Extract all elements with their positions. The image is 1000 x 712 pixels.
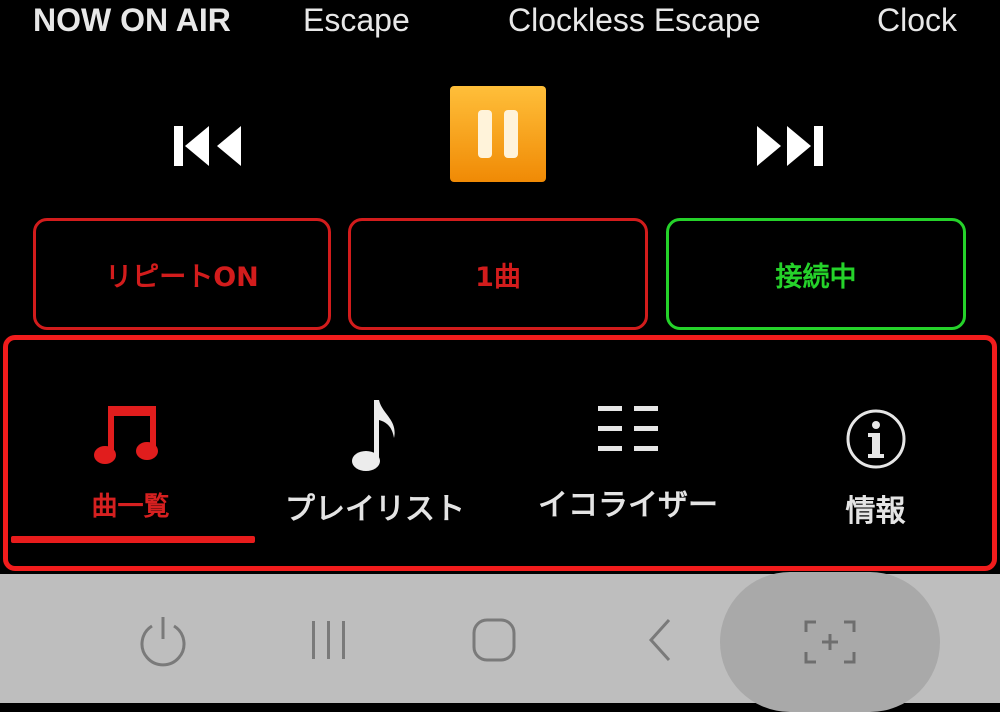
next-button[interactable] <box>748 118 832 174</box>
system-nav-bar <box>0 572 1000 712</box>
previous-button[interactable] <box>166 118 250 174</box>
tab-playlist[interactable]: プレイリスト <box>260 340 490 566</box>
music-note-icon <box>352 400 395 471</box>
tab-label: 情報 <box>845 494 906 529</box>
home-icon <box>472 618 516 662</box>
tab-label: イコライザー <box>538 488 718 523</box>
pause-button[interactable] <box>450 86 546 182</box>
power-button[interactable] <box>133 610 193 670</box>
tab-label: 曲一覧 <box>91 492 170 522</box>
skip-next-icon <box>757 126 823 166</box>
tab-selected-indicator <box>11 536 255 543</box>
now-playing-ticker: NOW ON AIR Escape Clockless Escape Clock <box>0 0 1000 50</box>
back-icon <box>648 618 671 662</box>
tab-equalizer[interactable]: イコライザー <box>508 340 748 566</box>
now-on-air-label: NOW ON AIR <box>33 2 231 38</box>
tab-label: プレイリスト <box>285 492 465 527</box>
home-button[interactable] <box>464 610 524 670</box>
recent-apps-icon <box>312 621 345 659</box>
skip-previous-icon <box>174 126 241 166</box>
ticker-item: Clockless Escape <box>508 2 761 38</box>
info-icon <box>846 409 905 469</box>
tab-song-list[interactable]: 曲一覧 <box>8 340 255 566</box>
screen-capture-button[interactable] <box>720 572 940 712</box>
screen-capture-icon <box>804 620 856 664</box>
music-notes-icon <box>93 406 158 464</box>
repeat-button[interactable]: リピートON <box>33 218 331 330</box>
connection-status-button[interactable]: 接続中 <box>666 218 966 330</box>
tab-bar: 曲一覧 プレイリスト イコライザー 情報 <box>3 335 997 571</box>
track-count-button[interactable]: 1曲 <box>348 218 648 330</box>
recent-apps-button[interactable] <box>299 610 359 670</box>
ticker-item: Escape <box>303 2 410 38</box>
equalizer-icon <box>598 406 658 451</box>
pause-icon <box>478 110 518 158</box>
back-button[interactable] <box>631 610 691 670</box>
power-icon <box>140 617 186 667</box>
ticker-item: Clock <box>877 2 958 38</box>
tab-info[interactable]: 情報 <box>753 340 998 566</box>
